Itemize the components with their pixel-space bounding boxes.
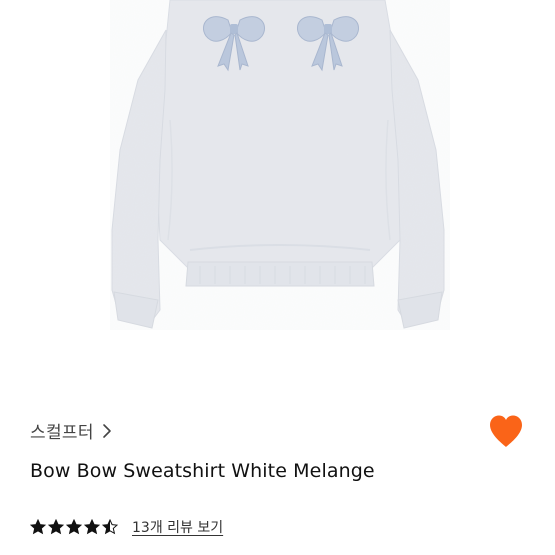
brand-name: 스컬프터 [30,423,94,443]
star-icon [84,519,100,535]
star-icon [66,519,82,535]
product-title: Bow Bow Sweatshirt White Melange [30,460,375,482]
review-link[interactable]: 13개 리뷰 보기 [132,517,223,537]
brand-link[interactable]: 스컬프터 [30,418,114,443]
sweatshirt-illustration [110,0,450,330]
star-icon [30,519,46,535]
rating-row: 13개 리뷰 보기 [30,517,223,537]
star-rating [30,519,118,535]
wishlist-button[interactable] [486,412,526,452]
product-image[interactable] [0,0,555,390]
star-icon [48,519,64,535]
chevron-right-icon [102,423,111,438]
product-info: 스컬프터 Bow Bow Sweatshirt White Melange 13… [0,390,555,555]
star-icon [102,519,118,535]
heart-icon [490,415,522,447]
